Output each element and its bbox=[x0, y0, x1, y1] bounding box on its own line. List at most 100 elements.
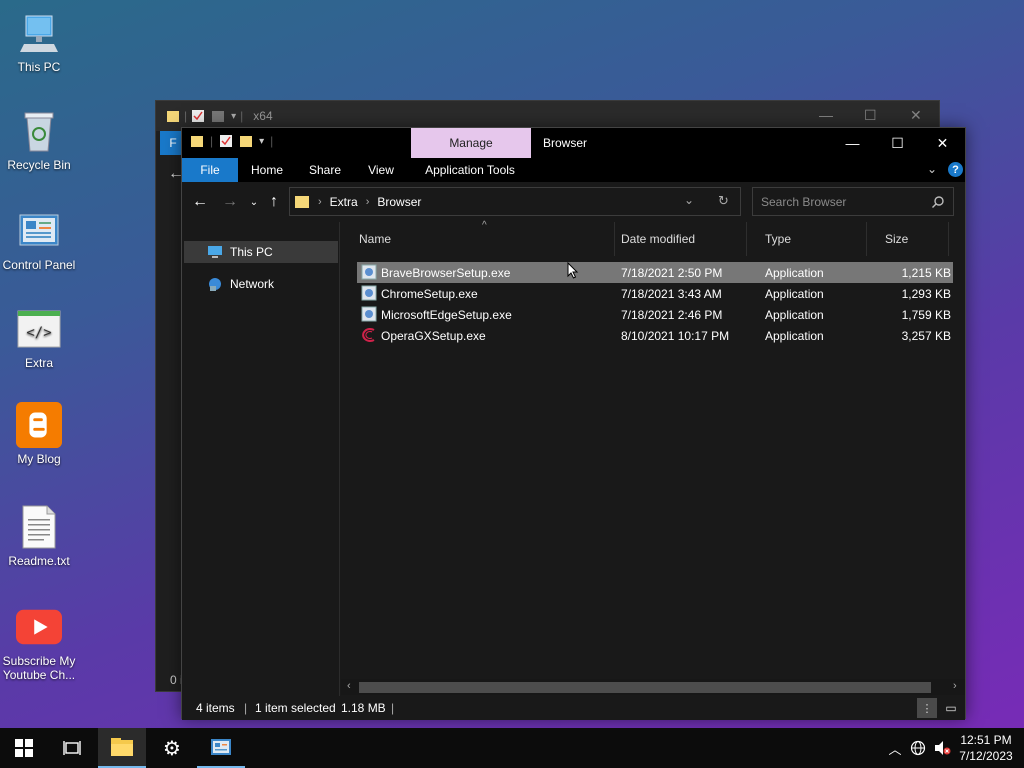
taskbar-control-panel[interactable] bbox=[197, 728, 245, 768]
up-button[interactable]: ↑ bbox=[262, 190, 286, 214]
search-icon[interactable] bbox=[931, 195, 945, 209]
address-bar-row: ← → ⌄ ↑ › Extra › Browser ⌄ ↻ bbox=[182, 182, 965, 222]
nav-item-this-pc[interactable]: This PC bbox=[184, 241, 338, 263]
back-button[interactable]: ← bbox=[188, 190, 212, 214]
volume-muted-icon[interactable] bbox=[930, 728, 954, 768]
table-row[interactable]: ChromeSetup.exe 7/18/2021 3:43 AM Applic… bbox=[357, 283, 953, 304]
file-size: 1,215 KB bbox=[901, 266, 951, 280]
help-icon[interactable]: ? bbox=[948, 162, 963, 177]
file-type: Application bbox=[765, 308, 824, 322]
maximize-icon[interactable]: ☐ bbox=[864, 107, 877, 124]
task-view-button[interactable] bbox=[48, 728, 96, 768]
tab-file-label: File bbox=[200, 163, 220, 177]
refresh-icon[interactable]: ↻ bbox=[718, 193, 729, 209]
tab-home-label: Home bbox=[250, 163, 283, 177]
properties-icon[interactable] bbox=[219, 134, 233, 148]
status-size: 1.18 MB bbox=[341, 701, 386, 715]
network-globe-icon[interactable] bbox=[906, 728, 930, 768]
search-box[interactable] bbox=[752, 187, 954, 216]
search-input[interactable] bbox=[761, 194, 931, 209]
nav-item-network[interactable]: Network bbox=[184, 273, 338, 295]
column-header-size[interactable]: Size bbox=[867, 222, 949, 256]
address-bar[interactable]: › Extra › Browser ⌄ ↻ bbox=[289, 187, 741, 216]
setup-file-icon bbox=[361, 306, 377, 322]
desktop-icon-label: Extra bbox=[24, 356, 53, 370]
desktop-icon-readme[interactable]: Readme.txt bbox=[0, 504, 78, 568]
navigation-pane: This PC Network bbox=[182, 222, 340, 700]
expand-ribbon-icon[interactable]: ⌄ bbox=[927, 162, 937, 176]
recycle-bin-icon bbox=[16, 108, 62, 154]
column-label: Name bbox=[359, 232, 392, 246]
status-divider: | bbox=[391, 701, 395, 715]
show-hidden-icons-button[interactable]: ︿ bbox=[884, 728, 906, 768]
tab-manage[interactable]: Manage bbox=[411, 128, 531, 158]
desktop-icon-extra[interactable]: </> Extra bbox=[0, 306, 78, 370]
details-view-button[interactable]: ⋮ bbox=[917, 698, 937, 718]
table-row[interactable]: MicrosoftEdgeSetup.exe 7/18/2021 2:46 PM… bbox=[357, 304, 953, 325]
taskbar-clock[interactable]: 12:51 PM 7/12/2023 bbox=[954, 732, 1018, 764]
taskbar-settings[interactable]: ⚙ bbox=[148, 728, 196, 768]
breadcrumb-browser[interactable]: Browser bbox=[377, 195, 421, 209]
network-icon bbox=[206, 276, 224, 292]
maximize-button[interactable]: ☐ bbox=[875, 128, 920, 158]
control-panel-icon bbox=[211, 739, 231, 755]
computer-icon bbox=[16, 10, 62, 56]
svg-text:</>: </> bbox=[26, 325, 51, 341]
table-row[interactable]: BraveBrowserSetup.exe 7/18/2021 2:50 PM … bbox=[357, 262, 953, 283]
background-window-title: x64 bbox=[253, 109, 273, 123]
breadcrumb-extra[interactable]: Extra bbox=[330, 195, 358, 209]
desktop-icon-label: My Blog bbox=[17, 452, 61, 466]
file-size: 1,293 KB bbox=[901, 287, 951, 301]
taskbar-file-explorer[interactable] bbox=[98, 728, 146, 768]
breadcrumb-separator[interactable]: › bbox=[318, 196, 322, 208]
properties-icon bbox=[192, 110, 205, 122]
ribbon-tabs: File Home Share View Application Tools ⌄… bbox=[182, 158, 965, 182]
desktop-icon-recycle-bin[interactable]: Recycle Bin bbox=[0, 108, 78, 172]
desktop-icon-youtube[interactable]: Subscribe My Youtube Ch... bbox=[0, 604, 78, 682]
column-label: Size bbox=[885, 232, 909, 246]
minimize-button[interactable]: — bbox=[830, 128, 875, 158]
tab-home[interactable]: Home bbox=[242, 158, 292, 182]
table-row[interactable]: OperaGXSetup.exe 8/10/2021 10:17 PM Appl… bbox=[357, 325, 953, 346]
column-header-type[interactable]: Type bbox=[747, 222, 867, 256]
forward-button[interactable]: → bbox=[218, 190, 242, 214]
titlebar[interactable]: | ▾ | Manage Browser — ☐ ✕ bbox=[182, 128, 965, 158]
tab-file[interactable]: File bbox=[182, 158, 238, 182]
explorer-window[interactable]: | ▾ | Manage Browser — ☐ ✕ File Home Sha… bbox=[181, 127, 966, 720]
desktop-icon-control-panel[interactable]: Control Panel bbox=[0, 208, 78, 272]
qat-dropdown-icon[interactable]: ▾ bbox=[231, 111, 236, 122]
column-header-name[interactable]: Name bbox=[341, 222, 615, 256]
file-type: Application bbox=[765, 266, 824, 280]
status-item-count: 4 items bbox=[196, 701, 235, 715]
folder-icon bbox=[295, 195, 309, 208]
file-date: 8/10/2021 10:17 PM bbox=[621, 329, 730, 343]
task-view-icon bbox=[63, 741, 81, 755]
tab-share[interactable]: Share bbox=[300, 158, 350, 182]
status-selected: 1 item selected bbox=[255, 701, 336, 715]
desktop-icon-my-blog[interactable]: My Blog bbox=[0, 402, 78, 466]
file-list: ^ Name Date modified Type Size BraveBrow… bbox=[341, 220, 965, 700]
horizontal-scrollbar[interactable]: ‹ › bbox=[341, 679, 965, 695]
breadcrumb-separator[interactable]: › bbox=[366, 196, 370, 208]
scroll-left-icon[interactable]: ‹ bbox=[347, 680, 351, 692]
folder-icon bbox=[111, 738, 133, 756]
scroll-right-icon[interactable]: › bbox=[953, 680, 957, 692]
start-button[interactable] bbox=[0, 728, 48, 768]
tab-application-tools[interactable]: Application Tools bbox=[416, 158, 524, 182]
tab-application-tools-label: Application Tools bbox=[425, 163, 515, 177]
address-dropdown-icon[interactable]: ⌄ bbox=[684, 193, 694, 207]
large-icons-view-button[interactable]: ▭ bbox=[941, 698, 961, 718]
scrollbar-thumb[interactable] bbox=[359, 682, 931, 693]
close-button[interactable]: ✕ bbox=[920, 128, 965, 158]
qat-dropdown-icon[interactable]: ▾ bbox=[259, 136, 264, 147]
minimize-icon[interactable]: — bbox=[819, 107, 833, 123]
close-icon[interactable]: ✕ bbox=[910, 107, 922, 124]
tab-manage-label: Manage bbox=[449, 136, 493, 150]
new-folder-icon[interactable] bbox=[239, 134, 253, 148]
column-header-date-modified[interactable]: Date modified bbox=[603, 222, 747, 256]
setup-file-icon bbox=[361, 264, 377, 280]
tab-view[interactable]: View bbox=[358, 158, 404, 182]
desktop-icon-label: Subscribe My Youtube Ch... bbox=[2, 654, 76, 682]
desktop-icon-this-pc[interactable]: This PC bbox=[0, 10, 78, 74]
nav-item-label: This PC bbox=[230, 245, 273, 259]
